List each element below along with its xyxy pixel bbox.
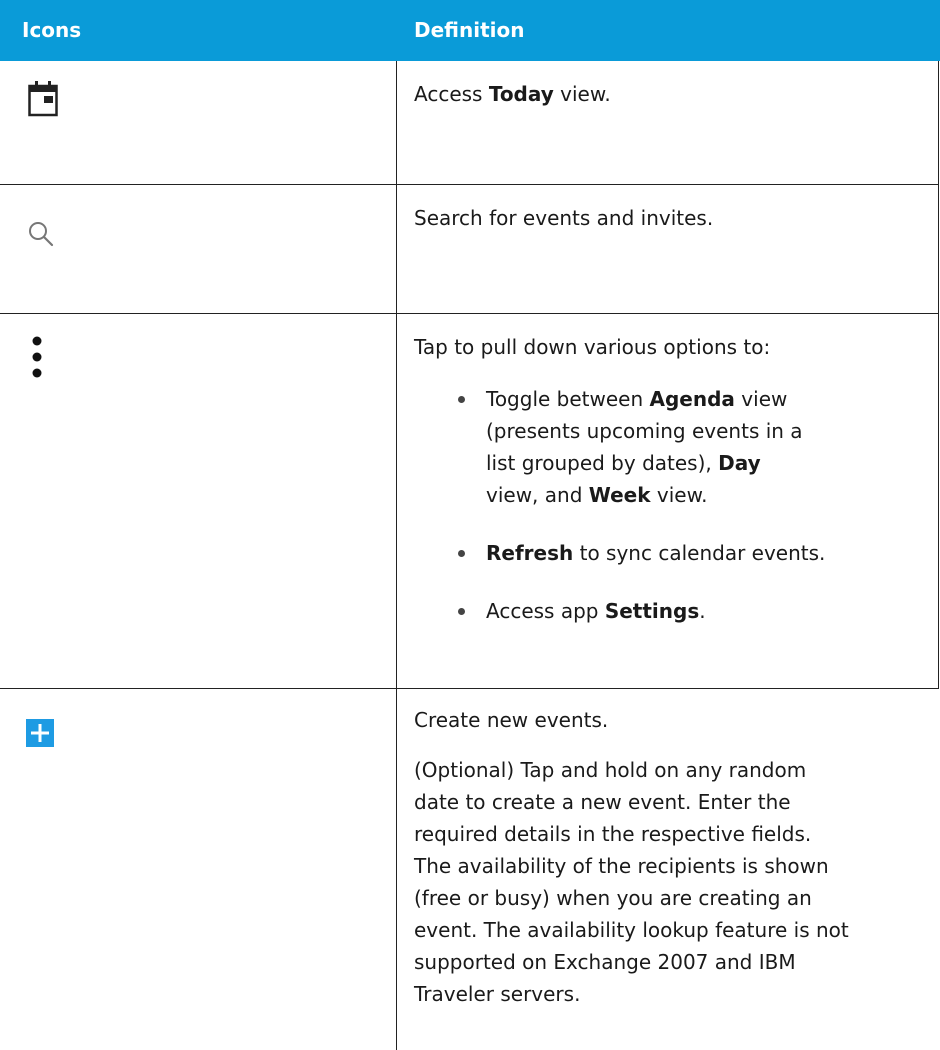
column-divider (396, 61, 397, 1050)
header-icons: Icons (22, 18, 82, 42)
definition-cell: Search for events and invites. (414, 206, 714, 230)
list-item: Toggle between Agenda view (presents upc… (414, 383, 926, 511)
calendar-today-icon (27, 80, 59, 122)
list-item: Refresh to sync calendar events. (414, 537, 926, 569)
list-item: Access app Settings. (414, 595, 926, 627)
options-list: Toggle between Agenda view (presents upc… (414, 383, 926, 627)
right-border (938, 61, 939, 688)
more-vertical-icon (30, 333, 44, 387)
plus-icon (26, 719, 54, 751)
definition-cell: Tap to pull down various options to: Tog… (414, 331, 926, 627)
search-icon (27, 220, 55, 252)
header-definition: Definition (414, 18, 525, 42)
table-header: Icons Definition (0, 0, 940, 61)
definition-cell: Create new events. (Optional) Tap and ho… (414, 708, 849, 1006)
row-divider (0, 184, 939, 185)
definition-cell: Access Today view. (414, 82, 611, 106)
row-divider (0, 688, 939, 689)
row-divider (0, 313, 939, 314)
